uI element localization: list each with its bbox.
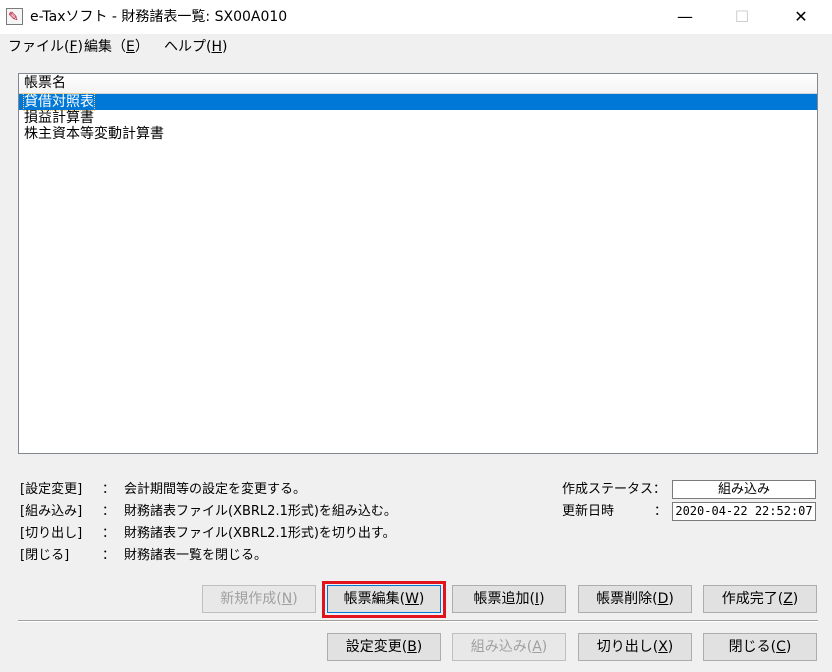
status-value: 組み込み [672, 480, 816, 499]
minimize-icon: — [677, 7, 693, 26]
column-header-form-name[interactable]: 帳票名 [19, 74, 817, 94]
maximize-button[interactable]: ☐ [719, 0, 765, 33]
help-key-close: [閉じる] [20, 548, 70, 563]
help-colon: ： [102, 526, 116, 541]
help-colon: ： [102, 504, 116, 519]
form-list[interactable]: 帳票名 貸借対照表 損益計算書 株主資本等変動計算書 [18, 73, 818, 454]
help-desc-import: 財務諸表ファイル(XBRL2.1形式)を組み込む。 [124, 504, 397, 519]
help-key-settings: [設定変更] [20, 482, 83, 497]
highlight-box [322, 581, 446, 618]
help-colon: ： [102, 482, 116, 497]
close-icon: ✕ [794, 7, 808, 26]
settings-change-button[interactable]: 設定変更(B) [327, 633, 441, 661]
import-button[interactable]: 組み込み(A) [452, 633, 566, 661]
menu-file[interactable]: ファイル(F) [8, 39, 83, 55]
updated-label: 更新日時 [562, 504, 615, 519]
list-item-equity-statement[interactable]: 株主資本等変動計算書 [19, 126, 817, 142]
form-add-button[interactable]: 帳票追加(I) [452, 585, 566, 613]
help-colon: ： [102, 548, 116, 563]
help-key-import: [組み込み] [20, 504, 83, 519]
close-dialog-button[interactable]: 閉じる(C) [703, 633, 817, 661]
help-desc-settings: 会計期間等の設定を変更する。 [124, 482, 307, 497]
maximize-icon: ☐ [734, 7, 750, 26]
close-button[interactable]: ✕ [778, 0, 824, 33]
help-desc-export: 財務諸表ファイル(XBRL2.1形式)を切り出す。 [124, 526, 396, 541]
form-delete-button[interactable]: 帳票削除(D) [578, 585, 692, 613]
updated-datetime: 2020-04-22 22:52:07 [672, 502, 816, 521]
menu-bar: ファイル(F) 編集（E） ヘルプ(H) [0, 34, 832, 60]
updated-colon: ： [654, 504, 668, 519]
help-key-export: [切り出し] [20, 526, 83, 541]
list-item-balance-sheet[interactable]: 貸借対照表 [19, 93, 817, 111]
menu-help[interactable]: ヘルプ(H) [164, 39, 227, 55]
export-button[interactable]: 切り出し(X) [578, 633, 692, 661]
separator [18, 620, 818, 622]
window-title: e-Taxソフト - 財務諸表一覧: SX00A010 [30, 9, 288, 25]
status-label: 作成ステータス： [562, 482, 667, 497]
new-create-button[interactable]: 新規作成(N) [202, 585, 316, 613]
minimize-button[interactable]: — [662, 0, 708, 33]
list-item-income-statement[interactable]: 損益計算書 [19, 110, 817, 126]
menu-edit[interactable]: 編集（E） [84, 39, 149, 55]
create-complete-button[interactable]: 作成完了(Z) [703, 585, 817, 613]
etax-app-icon[interactable]: ✎ [6, 8, 23, 25]
help-desc-close: 財務諸表一覧を閉じる。 [124, 548, 268, 563]
title-bar: ✎ e-Taxソフト - 財務諸表一覧: SX00A010 — ☐ ✕ [0, 0, 832, 35]
